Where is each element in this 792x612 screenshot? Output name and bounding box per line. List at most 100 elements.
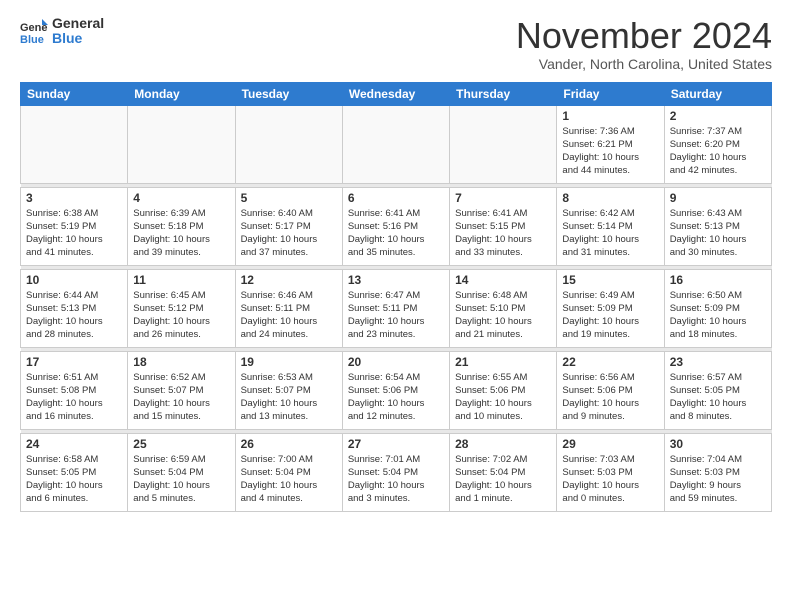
calendar-cell: 2 Sunrise: 7:37 AM Sunset: 6:20 PM Daylig… [664, 105, 771, 183]
day-number: 30 [670, 437, 766, 451]
calendar-week-3: 10Sunrise: 6:44 AM Sunset: 5:13 PM Dayli… [21, 269, 772, 347]
day-number: 17 [26, 355, 122, 369]
day-number: 16 [670, 273, 766, 287]
day-info: Sunrise: 6:54 AM Sunset: 5:06 PM Dayligh… [348, 371, 444, 424]
calendar-header-sunday: Sunday [21, 82, 128, 105]
day-number: 15 [562, 273, 658, 287]
day-number: 2 [670, 109, 766, 123]
svg-text:Blue: Blue [20, 34, 44, 45]
day-number: 18 [133, 355, 229, 369]
day-number: 10 [26, 273, 122, 287]
day-info: Sunrise: 6:41 AM Sunset: 5:16 PM Dayligh… [348, 207, 444, 260]
day-info: Sunrise: 6:43 AM Sunset: 5:13 PM Dayligh… [670, 207, 766, 260]
day-info: Sunrise: 6:55 AM Sunset: 5:06 PM Dayligh… [455, 371, 551, 424]
day-number: 12 [241, 273, 337, 287]
day-info: Sunrise: 6:48 AM Sunset: 5:10 PM Dayligh… [455, 289, 551, 342]
day-info: Sunrise: 6:57 AM Sunset: 5:05 PM Dayligh… [670, 371, 766, 424]
day-number: 13 [348, 273, 444, 287]
calendar-cell: 21 Sunrise: 6:55 AM Sunset: 5:06 PM Dayli… [450, 351, 557, 429]
day-info: Sunrise: 6:56 AM Sunset: 5:06 PM Dayligh… [562, 371, 658, 424]
calendar-cell [342, 105, 449, 183]
calendar-cell: 28 Sunrise: 7:02 AM Sunset: 5:04 PM Dayli… [450, 433, 557, 511]
day-number: 5 [241, 191, 337, 205]
day-info: Sunrise: 6:49 AM Sunset: 5:09 PM Dayligh… [562, 289, 658, 342]
day-number: 22 [562, 355, 658, 369]
day-info: Sunrise: 7:36 AM Sunset: 6:21 PM Dayligh… [562, 125, 658, 178]
calendar-cell [21, 105, 128, 183]
calendar-header-saturday: Saturday [664, 82, 771, 105]
day-info: Sunrise: 6:59 AM Sunset: 5:04 PM Dayligh… [133, 453, 229, 506]
day-number: 1 [562, 109, 658, 123]
calendar-cell: 26 Sunrise: 7:00 AM Sunset: 5:04 PM Dayli… [235, 433, 342, 511]
calendar-week-4: 17 Sunrise: 6:51 AM Sunset: 5:08 PM Dayli… [21, 351, 772, 429]
month-title: November 2024 [516, 16, 772, 56]
day-info: Sunrise: 6:46 AM Sunset: 5:11 PM Dayligh… [241, 289, 337, 342]
calendar-cell: 29 Sunrise: 7:03 AM Sunset: 5:03 PM Dayli… [557, 433, 664, 511]
day-number: 11 [133, 273, 229, 287]
day-number: 4 [133, 191, 229, 205]
day-info: Sunrise: 6:53 AM Sunset: 5:07 PM Dayligh… [241, 371, 337, 424]
calendar-cell: 15 Sunrise: 6:49 AM Sunset: 5:09 PM Dayli… [557, 269, 664, 347]
logo-text: General Blue [52, 16, 104, 47]
calendar-cell: 24 Sunrise: 6:58 AM Sunset: 5:05 PM Dayli… [21, 433, 128, 511]
day-number: 29 [562, 437, 658, 451]
calendar-cell: 22 Sunrise: 6:56 AM Sunset: 5:06 PM Dayli… [557, 351, 664, 429]
calendar-cell: 18 Sunrise: 6:52 AM Sunset: 5:07 PM Dayli… [128, 351, 235, 429]
day-number: 26 [241, 437, 337, 451]
day-number: 28 [455, 437, 551, 451]
day-info: Sunrise: 6:51 AM Sunset: 5:08 PM Dayligh… [26, 371, 122, 424]
day-number: 27 [348, 437, 444, 451]
calendar: SundayMondayTuesdayWednesdayThursdayFrid… [20, 82, 772, 512]
logo: General Blue General Blue [20, 16, 104, 47]
day-info: Sunrise: 7:01 AM Sunset: 5:04 PM Dayligh… [348, 453, 444, 506]
calendar-cell: 11 Sunrise: 6:45 AM Sunset: 5:12 PM Dayli… [128, 269, 235, 347]
calendar-cell: 19 Sunrise: 6:53 AM Sunset: 5:07 PM Dayli… [235, 351, 342, 429]
day-info: Sunrise: 6:58 AM Sunset: 5:05 PM Dayligh… [26, 453, 122, 506]
calendar-cell: 10Sunrise: 6:44 AM Sunset: 5:13 PM Dayli… [21, 269, 128, 347]
day-info: Sunrise: 6:39 AM Sunset: 5:18 PM Dayligh… [133, 207, 229, 260]
day-number: 23 [670, 355, 766, 369]
title-block: November 2024 Vander, North Carolina, Un… [516, 16, 772, 72]
day-number: 19 [241, 355, 337, 369]
logo-blue-text: Blue [52, 31, 104, 46]
calendar-cell: 14 Sunrise: 6:48 AM Sunset: 5:10 PM Dayli… [450, 269, 557, 347]
day-number: 3 [26, 191, 122, 205]
day-info: Sunrise: 7:00 AM Sunset: 5:04 PM Dayligh… [241, 453, 337, 506]
calendar-cell [235, 105, 342, 183]
day-number: 24 [26, 437, 122, 451]
calendar-cell: 4 Sunrise: 6:39 AM Sunset: 5:18 PM Daylig… [128, 187, 235, 265]
page-container: General Blue General Blue November 2024 … [0, 0, 792, 522]
day-info: Sunrise: 6:52 AM Sunset: 5:07 PM Dayligh… [133, 371, 229, 424]
calendar-cell: 5Sunrise: 6:40 AM Sunset: 5:17 PM Daylig… [235, 187, 342, 265]
logo-general-text: General [52, 16, 104, 31]
calendar-header-monday: Monday [128, 82, 235, 105]
day-info: Sunrise: 7:37 AM Sunset: 6:20 PM Dayligh… [670, 125, 766, 178]
calendar-week-1: 1 Sunrise: 7:36 AM Sunset: 6:21 PM Daylig… [21, 105, 772, 183]
day-number: 7 [455, 191, 551, 205]
day-info: Sunrise: 6:47 AM Sunset: 5:11 PM Dayligh… [348, 289, 444, 342]
calendar-header-row: SundayMondayTuesdayWednesdayThursdayFrid… [21, 82, 772, 105]
day-info: Sunrise: 6:38 AM Sunset: 5:19 PM Dayligh… [26, 207, 122, 260]
day-info: Sunrise: 6:42 AM Sunset: 5:14 PM Dayligh… [562, 207, 658, 260]
calendar-cell: 16 Sunrise: 6:50 AM Sunset: 5:09 PM Dayli… [664, 269, 771, 347]
day-number: 8 [562, 191, 658, 205]
calendar-week-5: 24 Sunrise: 6:58 AM Sunset: 5:05 PM Dayli… [21, 433, 772, 511]
calendar-cell [450, 105, 557, 183]
calendar-cell: 30Sunrise: 7:04 AM Sunset: 5:03 PM Dayli… [664, 433, 771, 511]
day-number: 14 [455, 273, 551, 287]
day-number: 21 [455, 355, 551, 369]
calendar-cell: 9 Sunrise: 6:43 AM Sunset: 5:13 PM Daylig… [664, 187, 771, 265]
calendar-cell: 12 Sunrise: 6:46 AM Sunset: 5:11 PM Dayli… [235, 269, 342, 347]
day-number: 25 [133, 437, 229, 451]
day-number: 6 [348, 191, 444, 205]
day-info: Sunrise: 7:03 AM Sunset: 5:03 PM Dayligh… [562, 453, 658, 506]
calendar-cell [128, 105, 235, 183]
day-info: Sunrise: 6:50 AM Sunset: 5:09 PM Dayligh… [670, 289, 766, 342]
day-number: 9 [670, 191, 766, 205]
calendar-cell: 20Sunrise: 6:54 AM Sunset: 5:06 PM Dayli… [342, 351, 449, 429]
day-info: Sunrise: 6:45 AM Sunset: 5:12 PM Dayligh… [133, 289, 229, 342]
calendar-cell: 3 Sunrise: 6:38 AM Sunset: 5:19 PM Daylig… [21, 187, 128, 265]
calendar-cell: 7Sunrise: 6:41 AM Sunset: 5:15 PM Daylig… [450, 187, 557, 265]
day-info: Sunrise: 7:02 AM Sunset: 5:04 PM Dayligh… [455, 453, 551, 506]
calendar-week-2: 3 Sunrise: 6:38 AM Sunset: 5:19 PM Daylig… [21, 187, 772, 265]
